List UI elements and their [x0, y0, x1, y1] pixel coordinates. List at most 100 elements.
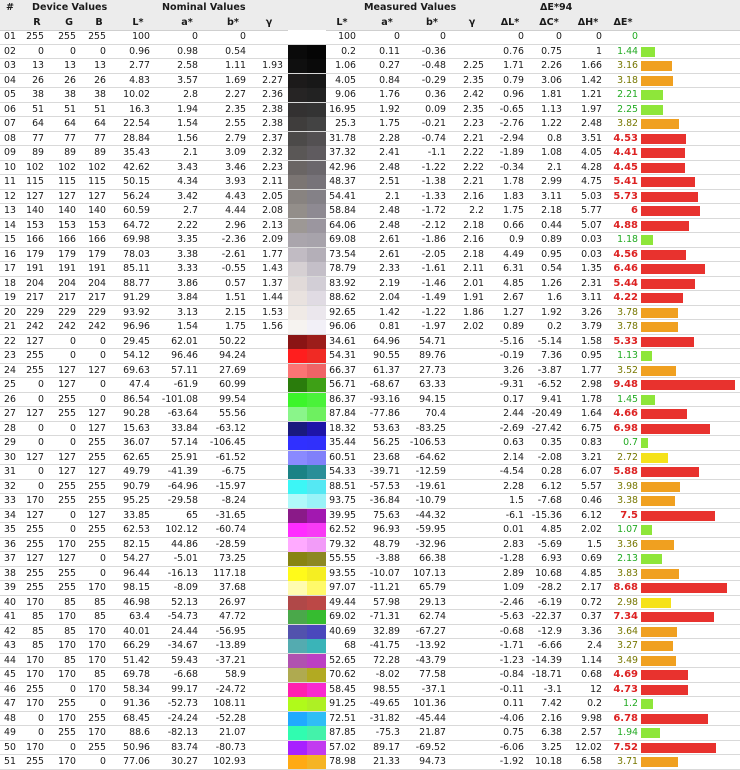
patch-id: 38 [4, 567, 16, 579]
patch-id: 05 [4, 89, 16, 100]
device-b: 0 [100, 698, 106, 709]
nominal-color-swatch [288, 262, 307, 276]
nominal-color-swatch [288, 610, 307, 624]
delta-l: -5.16 [499, 335, 524, 347]
measured-color-swatch [307, 581, 326, 595]
measured-color-swatch [307, 146, 326, 160]
delta-e-value: 6.78 [613, 712, 638, 724]
table-row: 18 204 204 204 88.77 3.86 0.57 1.37 83.92 2.19 -1.… [0, 276, 740, 291]
nominal-color-swatch [288, 668, 307, 682]
device-r: 204 [26, 277, 44, 289]
nominal-b: 1.75 [225, 321, 246, 332]
measured-b: -1.38 [421, 176, 446, 187]
nominal-color-swatch [288, 175, 307, 189]
delta-h: 1.78 [581, 393, 602, 405]
delta-h: 12.02 [575, 741, 602, 753]
nominal-b: 2.27 [225, 89, 246, 100]
patch-id: 43 [4, 640, 16, 651]
table-row: 50 170 0 255 50.96 83.74 -80.73 57.02 89.17 -69.5… [0, 740, 740, 755]
delta-e-bar [641, 394, 656, 405]
nominal-a: 3.84 [177, 292, 198, 303]
delta-h: 1.66 [581, 60, 602, 71]
device-r: 127 [26, 190, 44, 202]
patch-id: 04 [4, 74, 16, 86]
col-nominal-a: a* [181, 17, 193, 28]
delta-c: -7.68 [537, 495, 562, 506]
table-row: 12 127 127 127 56.24 3.42 4.43 2.05 54.41 2.1 -1.3… [0, 189, 740, 204]
delta-h: 1.21 [581, 89, 602, 100]
delta-h: 2.57 [581, 727, 602, 738]
delta-c: -3.87 [537, 364, 562, 376]
delta-e-bar [641, 496, 675, 506]
nominal-color-swatch [288, 334, 307, 349]
measured-a: 98.55 [373, 683, 400, 695]
device-g: 170 [58, 756, 76, 767]
delta-c: 0.2 [547, 321, 562, 332]
patch-id: 41 [4, 611, 16, 622]
delta-e-value: 4.41 [613, 147, 638, 158]
measured-a: -68.67 [369, 379, 400, 390]
device-b: 166 [88, 234, 106, 245]
nominal-gamma: 2.32 [262, 147, 283, 158]
device-g: 115 [58, 176, 76, 187]
measured-b: 77.58 [419, 669, 446, 680]
measured-b: -1.22 [421, 161, 446, 173]
measured-a: 2.28 [379, 132, 400, 144]
measured-b: 21.87 [419, 727, 446, 738]
device-g: 170 [58, 712, 76, 724]
nominal-color-swatch [288, 102, 307, 117]
device-r: 255 [26, 524, 44, 535]
nominal-b: 0.57 [225, 277, 246, 289]
delta-h: 2.31 [581, 277, 602, 289]
measured-b: 66.38 [419, 553, 446, 564]
delta-c: 0.95 [541, 248, 562, 260]
delta-c: 2.99 [541, 176, 562, 187]
delta-e-bar [641, 583, 728, 593]
delta-c: -6.66 [537, 640, 562, 651]
delta-c: 2.16 [541, 712, 562, 724]
table-row: 24 255 127 127 69.63 57.11 27.69 66.37 61.37 27.7… [0, 363, 740, 378]
measured-a: 2.1 [385, 190, 400, 202]
measured-b: -12.59 [415, 466, 446, 477]
nominal-a: 3.57 [177, 74, 198, 86]
delta-l: -6.06 [499, 741, 524, 753]
nominal-a: 1.54 [177, 118, 198, 129]
nominal-color-swatch [288, 421, 307, 436]
table-row: 28 0 0 127 15.63 33.84 -63.12 18.32 53.63 -83.25-… [0, 421, 740, 436]
device-g: 127 [58, 553, 76, 564]
delta-l: -2.46 [499, 596, 524, 608]
delta-c: 0.28 [541, 466, 562, 477]
table-row: 17 191 191 191 85.11 3.33 -0.55 1.43 78.79 2.33 -1… [0, 262, 740, 277]
delta-c: 0.89 [541, 234, 562, 245]
table-row: 37 127 127 0 54.27 -5.01 73.25 55.55 -3.88 66.38-… [0, 552, 740, 567]
nominal-b: -106.45 [209, 437, 246, 448]
delta-h: 1.64 [581, 408, 602, 419]
delta-h: 1.35 [581, 263, 602, 274]
delta-l: 2.89 [503, 567, 524, 579]
delta-e-value: 3.49 [617, 654, 638, 666]
delta-e-value: 3.71 [617, 756, 638, 767]
measured-b: -45.44 [415, 712, 446, 724]
delta-e-bar [641, 713, 709, 724]
delta-e-bar [641, 162, 686, 173]
device-b: 170 [88, 625, 106, 637]
delta-l: 0.11 [503, 698, 524, 709]
patch-id: 33 [4, 495, 16, 506]
delta-c: 0.75 [541, 45, 562, 57]
nominal-b: -60.74 [215, 524, 246, 535]
nominal-color-swatch [288, 740, 307, 755]
delta-e-value: 1.45 [617, 393, 638, 405]
nominal-b: 3.46 [225, 161, 246, 173]
device-b: 64 [94, 118, 106, 129]
nominal-l: 51.42 [123, 654, 150, 666]
delta-h: 1.42 [581, 74, 602, 86]
device-b: 204 [88, 277, 106, 289]
delta-e-bar [641, 293, 683, 303]
measured-color-swatch [307, 465, 326, 479]
delta-e-bar [641, 423, 711, 434]
nominal-color-swatch [288, 291, 307, 305]
delta-c: 6.12 [541, 480, 562, 492]
device-r: 191 [26, 263, 44, 274]
delta-l: 4.49 [503, 248, 524, 260]
patch-id: 42 [4, 625, 16, 637]
